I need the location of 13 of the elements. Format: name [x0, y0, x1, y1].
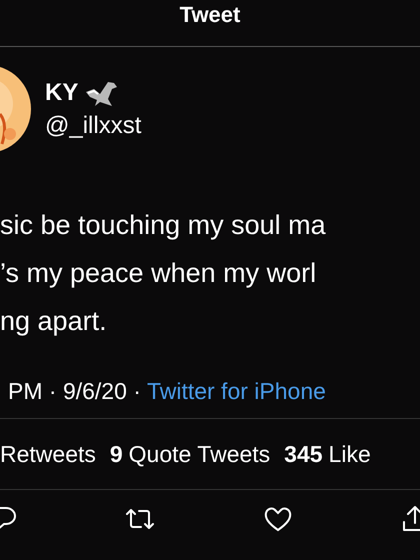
author-name[interactable]: KY — [45, 79, 78, 107]
tweet-text-line: sic be touching my soul ma — [0, 209, 326, 242]
timestamp: PM · 9/6/20 · — [8, 378, 141, 405]
stat-count[interactable]: 345 — [284, 440, 323, 468]
stat-count[interactable]: 9 — [110, 440, 123, 468]
stat-label[interactable]: Retweets — [0, 440, 96, 468]
screen-title: Tweet — [180, 2, 240, 28]
author-handle[interactable]: @_illxxst — [45, 112, 142, 140]
stat-label[interactable]: Quote Tweets — [128, 440, 270, 468]
tweet-text-line: ng apart. — [0, 305, 107, 338]
tweet-text-line: ’s my peace when my worl — [0, 257, 316, 290]
stat-label[interactable]: Like — [328, 440, 371, 468]
source-link[interactable]: Twitter for iPhone — [146, 378, 326, 405]
